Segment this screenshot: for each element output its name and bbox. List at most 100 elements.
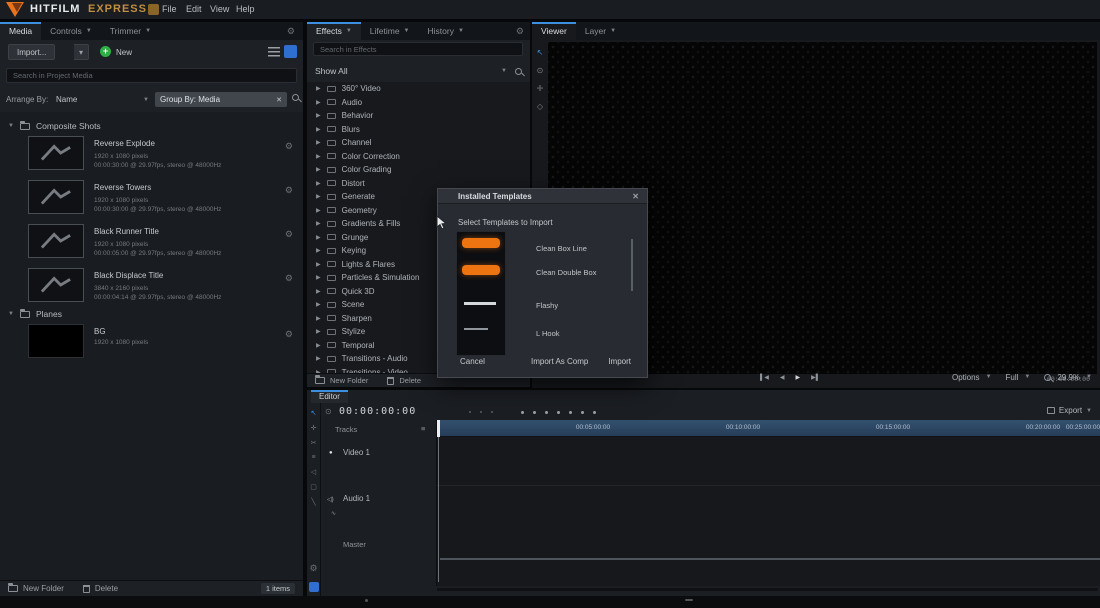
media-item[interactable]: Black Displace Title 3840 x 2160 pixels … [0, 268, 303, 310]
expand-caret-icon[interactable]: ▶ [316, 288, 321, 295]
media-item[interactable]: Reverse Towers 1920 x 1080 pixels 00:00:… [0, 180, 303, 222]
group-by-chip[interactable]: Group By: Media✕ [155, 92, 287, 107]
tab-trimmer[interactable]: Trimmer▼ [101, 22, 160, 40]
tab-viewer[interactable]: Viewer [532, 22, 576, 40]
item-gear-icon[interactable]: ⚙ [285, 330, 293, 339]
ripple-tool-icon[interactable]: ≡ [311, 454, 315, 461]
tab-lifetime[interactable]: Lifetime▼ [361, 22, 419, 40]
tab-history[interactable]: History▼ [419, 22, 473, 40]
template-item[interactable]: Clean Double Box [536, 268, 596, 277]
effects-search-input[interactable] [313, 42, 523, 56]
item-gear-icon[interactable]: ⚙ [285, 230, 293, 239]
tab-effects[interactable]: Effects▼ [307, 22, 361, 40]
tab-editor[interactable]: Editor [311, 390, 348, 403]
dialog-title-bar[interactable]: Installed Templates ✕ [438, 189, 647, 204]
editor-timecode[interactable]: 00:00:00:00 [339, 406, 416, 417]
expand-caret-icon[interactable]: ▶ [316, 153, 321, 160]
panel-menu-gear-icon[interactable]: ⚙ [516, 27, 524, 36]
timeline-options-icon[interactable] [309, 582, 319, 592]
expand-caret-icon[interactable]: ▶ [316, 139, 321, 146]
template-thumbnail[interactable] [464, 328, 488, 330]
template-thumbnail[interactable] [464, 302, 496, 305]
fade-tool-icon[interactable]: ╲ [311, 498, 315, 506]
select-tool-icon[interactable]: ↖ [537, 48, 544, 57]
select-tool-icon[interactable]: ↖ [311, 409, 317, 417]
template-item[interactable]: Clean Box Line [536, 244, 587, 253]
expand-caret-icon[interactable]: ▶ [316, 126, 321, 133]
expand-caret-icon[interactable]: ▶ [316, 261, 321, 268]
folder-row-composite-shots[interactable]: ▼ Composite Shots [0, 120, 303, 132]
viewer-zoom-value[interactable]: 29.9% [1057, 373, 1080, 382]
audio-track-label[interactable]: Audio 1 [343, 494, 370, 503]
item-gear-icon[interactable]: ⚙ [285, 274, 293, 283]
template-item[interactable]: L Hook [536, 329, 560, 338]
effect-category-row[interactable]: ▶ Blurs [307, 123, 530, 137]
effect-category-row[interactable]: ▶ Channel [307, 136, 530, 150]
tab-layer[interactable]: Layer▼ [576, 22, 625, 40]
new-button[interactable]: New [116, 48, 132, 57]
audio-sync-icon[interactable]: ∿ [331, 510, 336, 517]
media-search-input[interactable] [6, 68, 297, 83]
cancel-button[interactable]: Cancel [460, 357, 485, 366]
new-folder-button[interactable]: New Folder [330, 376, 368, 385]
go-to-start-icon[interactable]: ▌◀ [760, 374, 769, 381]
media-item[interactable]: Black Runner Title 1920 x 1080 pixels 00… [0, 224, 303, 266]
new-folder-icon[interactable] [8, 585, 18, 592]
expand-caret-icon[interactable]: ▶ [316, 166, 321, 173]
template-thumbnail[interactable] [462, 265, 500, 275]
scroll-handle[interactable] [685, 599, 693, 601]
orbit-tool-icon[interactable]: ⊙ [537, 66, 544, 75]
show-all-dropdown[interactable]: Show All [315, 66, 348, 76]
zoom-tool-icon[interactable]: ◇ [537, 102, 543, 111]
effect-category-row[interactable]: ▶ Color Correction [307, 150, 530, 164]
close-icon[interactable]: ✕ [632, 192, 639, 201]
template-item[interactable]: Flashy [536, 301, 558, 310]
effect-category-row[interactable]: ▶ Color Grading [307, 163, 530, 177]
expand-caret-icon[interactable]: ▶ [316, 207, 321, 214]
effects-filter-icon[interactable] [515, 68, 522, 75]
next-frame-icon[interactable]: ▶▌ [811, 374, 820, 381]
timeline-tracks-area[interactable] [437, 437, 1100, 586]
expand-caret-icon[interactable]: ▶ [316, 315, 321, 322]
slice-tool-icon[interactable]: ✂ [311, 439, 317, 447]
menu-help[interactable]: Help [236, 4, 255, 14]
import-as-comp-button[interactable]: Import As Comp [531, 357, 588, 366]
previous-frame-icon[interactable]: ◀ [780, 374, 785, 381]
export-button[interactable]: Export ▼ [1047, 406, 1092, 415]
expand-caret-icon[interactable]: ▶ [316, 247, 321, 254]
timeline-settings-gear-icon[interactable]: ⚙ [309, 564, 317, 573]
expand-caret-icon[interactable]: ▶ [316, 355, 321, 362]
arrange-by-value[interactable]: Name [56, 95, 77, 104]
new-button-icon[interactable]: + [100, 46, 111, 57]
thumbnail-view-icon[interactable] [284, 45, 297, 58]
delete-icon[interactable] [83, 585, 90, 593]
new-folder-icon[interactable] [315, 377, 325, 384]
timeline-ruler[interactable]: 00:05:00:0000:10:00:0000:15:00:0000:20:0… [437, 420, 1100, 437]
effect-category-row[interactable]: ▶ Audio [307, 96, 530, 110]
new-folder-button[interactable]: New Folder [23, 584, 64, 593]
panel-menu-gear-icon[interactable]: ⚙ [287, 27, 295, 36]
media-item[interactable]: BG 1920 x 1080 pixels ⚙ [0, 324, 303, 366]
effect-category-row[interactable]: ▶ Behavior [307, 109, 530, 123]
menu-file[interactable]: File [162, 4, 177, 14]
tracks-menu-icon[interactable]: ≡ [421, 424, 425, 433]
timeline-horizontal-scrollbar[interactable] [437, 588, 1098, 591]
tab-media[interactable]: Media [0, 22, 41, 40]
list-view-icon[interactable] [268, 47, 280, 57]
menu-edit[interactable]: Edit [186, 4, 202, 14]
loop-icon[interactable]: ⊙ [325, 407, 332, 416]
slip-tool-icon[interactable]: ▢ [310, 483, 317, 491]
template-thumbnail[interactable] [462, 238, 500, 248]
chevron-down-icon[interactable]: ▼ [8, 311, 14, 317]
delete-icon[interactable] [387, 377, 394, 385]
item-gear-icon[interactable]: ⚙ [285, 142, 293, 151]
expand-caret-icon[interactable]: ▶ [316, 342, 321, 349]
folder-row-planes[interactable]: ▼ Planes [0, 308, 303, 320]
tab-controls[interactable]: Controls▼ [41, 22, 101, 40]
import-button[interactable]: Import... [8, 44, 55, 60]
expand-caret-icon[interactable]: ▶ [316, 180, 321, 187]
import-button[interactable]: Import [608, 357, 631, 366]
effects-filter-row[interactable]: Show All ▼ [307, 62, 530, 80]
track-enable-icon[interactable]: ● [329, 450, 333, 456]
close-icon[interactable]: ✕ [276, 96, 282, 104]
